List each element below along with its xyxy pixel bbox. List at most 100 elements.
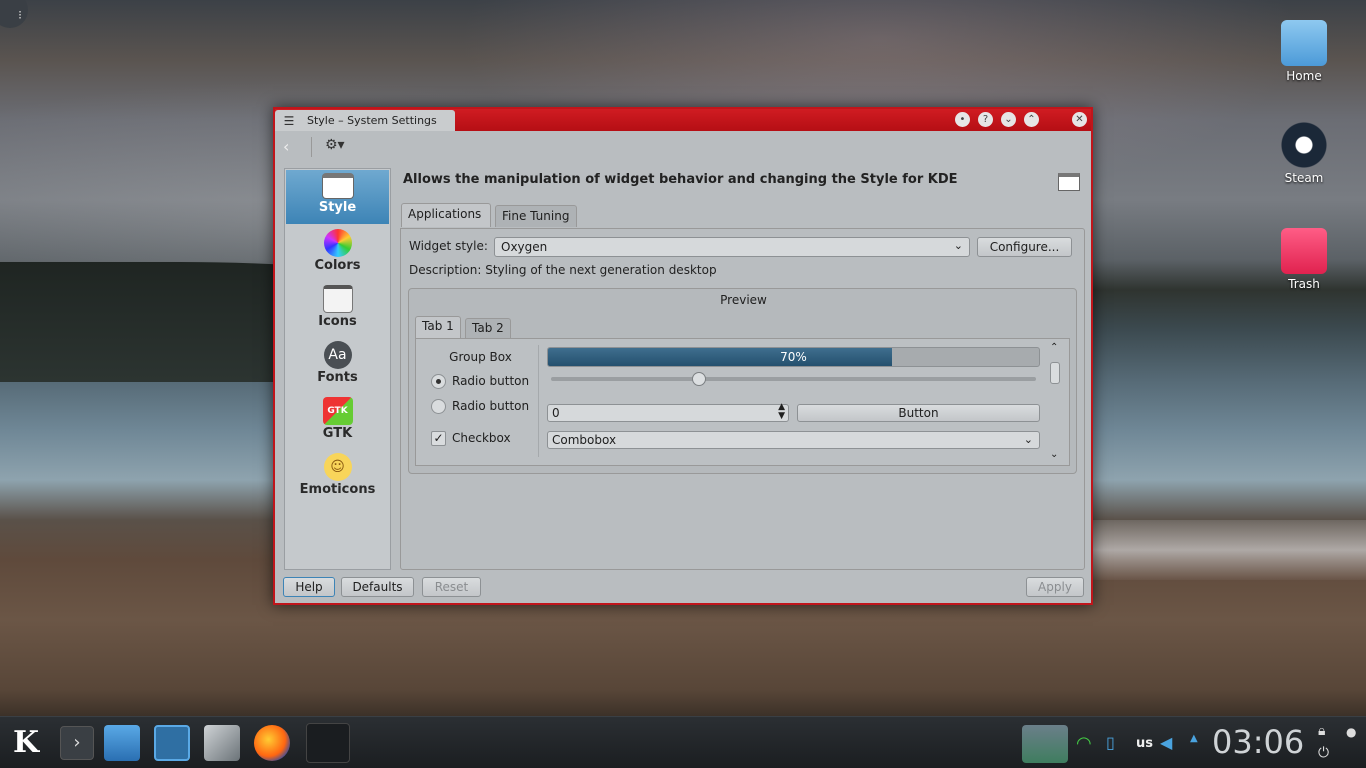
slider-handle[interactable] xyxy=(692,372,706,386)
desktop-icon-label: Trash xyxy=(1288,277,1320,291)
droplet-icon[interactable]: ● xyxy=(1346,725,1360,743)
wifi-icon[interactable]: ◠ xyxy=(1076,733,1100,757)
sidebar-item-label: Colors xyxy=(314,258,361,273)
progress-bar: 70% xyxy=(547,347,1040,367)
maximize-button[interactable]: ⌃ xyxy=(1024,112,1039,127)
system-settings-task-icon[interactable] xyxy=(154,725,190,761)
preview-scrollbar[interactable]: ⌃ ⌄ xyxy=(1049,342,1061,461)
preview-title: Preview xyxy=(720,293,767,307)
preview-tab-1[interactable]: Tab 1 xyxy=(415,316,461,338)
spin-value: 0 xyxy=(552,406,560,420)
keyboard-layout[interactable]: us xyxy=(1136,736,1153,751)
gtk-icon: GTK xyxy=(322,397,353,425)
scroll-down-icon[interactable]: ⌄ xyxy=(1050,449,1058,460)
tools-icon[interactable] xyxy=(204,725,240,761)
radio-button-2[interactable] xyxy=(431,399,446,414)
system-monitor-icon[interactable] xyxy=(1022,725,1068,763)
mail-icon[interactable] xyxy=(104,725,140,761)
configure-button[interactable]: Configure... xyxy=(977,237,1072,257)
taskbar: K › ◠ ▯ us ◀ ▲ 03:06 🔒︎ ⏻ ● xyxy=(0,716,1366,768)
sidebar-item-label: Style xyxy=(318,200,357,215)
sidebar-item-fonts[interactable]: Aa Fonts xyxy=(286,338,389,392)
title-tab[interactable]: ☰ Style – System Settings xyxy=(275,110,455,131)
lock-icon[interactable]: 🔒︎ xyxy=(1318,723,1336,741)
window-style-icon xyxy=(321,173,354,199)
radio-label-2: Radio button xyxy=(452,399,530,413)
sidebar-item-colors[interactable]: Colors xyxy=(286,226,389,280)
tab-fine-tuning[interactable]: Fine Tuning xyxy=(495,205,577,227)
desktop-icon-trash[interactable]: Trash xyxy=(1272,228,1336,291)
preview-combobox[interactable]: Combobox ⌄ xyxy=(547,431,1040,449)
scroll-thumb[interactable] xyxy=(1050,362,1060,384)
sidebar-item-label: Emoticons xyxy=(299,482,376,497)
preview-button[interactable]: Button xyxy=(797,404,1040,422)
desktop-icon-label: Home xyxy=(1286,69,1322,83)
sidebar-item-emoticons[interactable]: ☺ Emoticons xyxy=(286,450,389,504)
surf xyxy=(1090,520,1366,580)
home-folder-icon xyxy=(1281,20,1327,66)
volume-icon[interactable]: ◀ xyxy=(1160,733,1182,757)
tray-expand-icon[interactable]: ▲ xyxy=(1190,733,1202,757)
defaults-button[interactable]: Defaults xyxy=(341,577,414,597)
settings-sliders-icon[interactable]: ☰ xyxy=(279,113,299,129)
desktop-icon-home[interactable]: Home xyxy=(1272,20,1336,83)
device-notifier-icon[interactable]: ▯ xyxy=(1106,733,1126,757)
sidebar-item-label: Fonts xyxy=(317,370,358,385)
module-window-icon xyxy=(1058,173,1080,191)
help-button[interactable]: Help xyxy=(283,577,335,597)
close-button[interactable]: ✕ xyxy=(1072,112,1087,127)
spin-arrows-icon[interactable]: ▲ ▼ xyxy=(778,403,785,421)
sidebar-item-label: GTK xyxy=(322,426,353,441)
trash-icon xyxy=(1281,228,1327,274)
sidebar-item-label: Icons xyxy=(318,314,357,329)
clock[interactable]: 03:06 xyxy=(1212,723,1304,761)
firefox-icon[interactable] xyxy=(254,725,290,761)
back-icon[interactable]: ‹ xyxy=(283,137,289,156)
group-box-title: Group Box xyxy=(449,350,512,364)
help-title-button[interactable]: ? xyxy=(978,112,993,127)
titlebar[interactable]: ☰ Style – System Settings • ? ⌄ ⌃ ✕ xyxy=(275,109,1091,131)
widget-style-select[interactable]: Oxygen ⌄ xyxy=(494,237,970,257)
overview-menu-icon[interactable]: ⚙▾ xyxy=(325,137,355,157)
desktop-icon-steam[interactable]: Steam xyxy=(1272,122,1336,185)
progress-text: 70% xyxy=(780,350,807,364)
checkbox[interactable]: ✓ xyxy=(431,431,446,446)
spin-box[interactable]: 0 ▲ ▼ xyxy=(547,403,789,422)
sidebar-item-icons[interactable]: Icons xyxy=(286,282,389,336)
system-settings-window: ☰ Style – System Settings • ? ⌄ ⌃ ✕ ‹ ⚙▾… xyxy=(273,107,1093,605)
minimize-button[interactable]: ⌄ xyxy=(1001,112,1016,127)
widget-style-label: Widget style: xyxy=(409,239,488,253)
slider-track[interactable] xyxy=(551,377,1036,381)
radio-label-1: Radio button xyxy=(452,374,530,388)
shade-button[interactable]: • xyxy=(955,112,970,127)
toolbar: ‹ ⚙▾ xyxy=(275,131,1091,161)
group-box: Group Box Radio button Radio button ✓ Ch… xyxy=(422,345,539,457)
tab-applications[interactable]: Applications xyxy=(401,203,491,227)
sidebar-item-style[interactable]: Style xyxy=(286,170,389,224)
kde-launcher-icon[interactable]: K xyxy=(6,723,46,763)
steam-icon xyxy=(1281,122,1327,168)
applications-panel: Widget style: Oxygen ⌄ Configure... Desc… xyxy=(400,228,1085,570)
apply-button[interactable]: Apply xyxy=(1026,577,1084,597)
chevron-down-icon: ⌄ xyxy=(953,239,963,252)
style-description: Description: Styling of the next generat… xyxy=(409,263,717,277)
toolbar-separator xyxy=(311,137,312,157)
scroll-up-icon[interactable]: ⌃ xyxy=(1050,342,1058,353)
window-title: Style – System Settings xyxy=(307,114,437,127)
font-aa-icon: Aa xyxy=(323,341,352,369)
show-more-icon[interactable]: › xyxy=(60,726,94,760)
icon-grid-icon xyxy=(322,285,353,313)
sidebar: Style Colors Icons Aa Fonts GTK GTK ☺ Em… xyxy=(284,168,391,570)
preview-group: Preview Tab 1 Tab 2 Group Box Radio butt… xyxy=(408,288,1077,474)
sidebar-item-gtk[interactable]: GTK GTK xyxy=(286,394,389,448)
audacity-icon[interactable] xyxy=(306,723,350,763)
reset-button[interactable]: Reset xyxy=(422,577,481,597)
power-icon[interactable]: ⏻ xyxy=(1318,745,1336,763)
checkbox-label: Checkbox xyxy=(452,431,511,445)
radio-button-1[interactable] xyxy=(431,374,446,389)
widget-style-value: Oxygen xyxy=(501,240,548,254)
page-title: Allows the manipulation of widget behavi… xyxy=(403,172,958,187)
preview-tab-2[interactable]: Tab 2 xyxy=(465,318,511,338)
combobox-value: Combobox xyxy=(552,433,617,447)
chevron-down-icon: ⌄ xyxy=(1023,433,1033,446)
